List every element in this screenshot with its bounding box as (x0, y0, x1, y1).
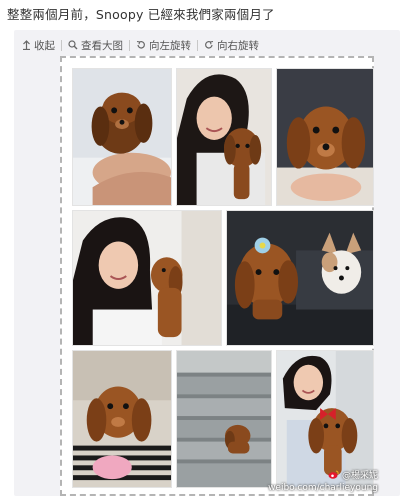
rotate-right-icon (204, 40, 214, 50)
toolbar-divider (129, 39, 130, 51)
magnifier-icon (68, 40, 78, 50)
watermark: @楊采妮 weibo.com/charlieyoung (268, 470, 378, 494)
rotate-right-label: 向右旋转 (217, 39, 259, 52)
photo-7[interactable] (176, 350, 272, 488)
photo-8[interactable] (276, 350, 374, 488)
collapse-label: 收起 (34, 39, 55, 52)
toolbar-divider (197, 39, 198, 51)
photo-6[interactable] (72, 350, 172, 488)
toolbar-divider (61, 39, 62, 51)
image-toolbar: 收起 查看大图 向左旋转 向右旋转 (22, 36, 259, 54)
photo-3[interactable] (276, 68, 374, 206)
photo-4[interactable] (72, 210, 222, 346)
collapse-button[interactable]: 收起 (22, 38, 55, 53)
view-large-label: 查看大图 (81, 39, 123, 52)
rotate-left-icon (136, 40, 146, 50)
watermark-url: weibo.com/charlieyoung (268, 483, 378, 493)
post-text: 整整兩個月前，Snoopy 已經來我們家兩個月了 (7, 7, 275, 22)
rotate-left-label: 向左旋转 (149, 39, 191, 52)
rotate-left-button[interactable]: 向左旋转 (136, 38, 191, 53)
view-large-button[interactable]: 查看大图 (68, 38, 123, 53)
watermark-handle: @楊采妮 (341, 471, 378, 481)
photo-2[interactable] (176, 68, 272, 206)
weibo-logo-icon (328, 470, 339, 483)
photo-5[interactable] (226, 210, 374, 346)
rotate-right-button[interactable]: 向右旋转 (204, 38, 259, 53)
photo-1[interactable] (72, 68, 172, 206)
arrow-up-icon (22, 40, 31, 50)
